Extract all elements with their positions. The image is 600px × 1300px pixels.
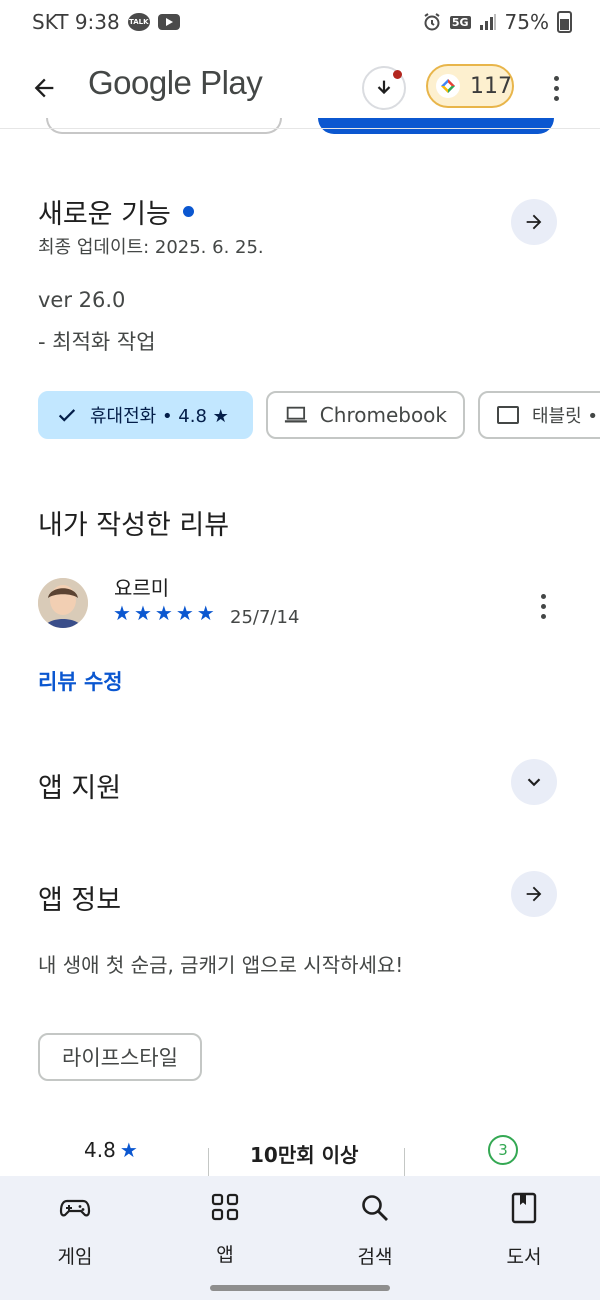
book-icon <box>511 1192 537 1224</box>
arrow-forward-icon <box>526 214 542 230</box>
bottom-nav: 게임 앱 검색 도서 <box>0 1176 600 1300</box>
whats-new-arrow-button[interactable] <box>511 199 557 245</box>
gamepad-icon <box>59 1199 91 1217</box>
carrier-time: SKT 9:38 <box>32 10 120 34</box>
category-chip[interactable]: 라이프스타일 <box>38 1033 202 1081</box>
play-points-icon <box>436 74 460 98</box>
review-stars: ★ ★ ★ ★ ★ <box>113 603 215 623</box>
play-points-value: 117 <box>470 73 512 99</box>
nav-label: 도서 <box>506 1246 542 1268</box>
battery-icon <box>557 11 572 33</box>
age-rating-badge: 3 <box>488 1135 518 1165</box>
device-chip-phone[interactable]: 휴대전화 • 4.8 ★ <box>38 391 253 439</box>
app-description: 내 생애 첫 순금, 금캐기 앱으로 시작하세요! <box>38 953 404 977</box>
tablet-icon <box>497 406 519 424</box>
new-indicator-dot <box>182 206 194 217</box>
rating-stat: 4.8 ★ <box>84 1138 138 1162</box>
notification-dot <box>393 70 402 79</box>
app-bar: Google Play 117 <box>0 44 600 128</box>
google-play-logo: Google Play <box>88 64 263 101</box>
signal-icon <box>479 14 496 30</box>
nav-item-books[interactable]: 도서 <box>474 1192 574 1269</box>
version-text: ver 26.0 <box>38 288 126 312</box>
app-info-heading: 앱 정보 <box>38 885 122 916</box>
device-chip-tablet[interactable]: 태블릿 • <box>478 391 600 439</box>
check-icon <box>58 409 76 422</box>
battery-percent: 75% <box>504 10 549 34</box>
partial-button-filled[interactable] <box>318 118 554 134</box>
status-bar: SKT 9:38 TALK 5G 75% <box>0 0 600 44</box>
review-date: 25/7/14 <box>230 607 300 628</box>
release-note: - 최적화 작업 <box>38 330 156 354</box>
nav-item-apps[interactable]: 앱 <box>175 1192 275 1267</box>
nav-label: 게임 <box>57 1246 93 1268</box>
avatar <box>38 578 88 628</box>
device-chip-chromebook[interactable]: Chromebook <box>266 391 465 439</box>
device-chip-label: Chromebook <box>319 403 447 427</box>
app-info-arrow-button[interactable] <box>511 871 557 917</box>
star-icon: ★ <box>133 601 152 625</box>
star-icon: ★ <box>196 601 215 625</box>
downloads-stat: 10만회 이상 <box>250 1143 359 1167</box>
device-chip-label: 태블릿 • <box>532 406 599 427</box>
app-support-heading: 앱 지원 <box>38 773 122 804</box>
edit-review-link[interactable]: 리뷰 수정 <box>38 666 123 696</box>
device-chip-label: 휴대전화 • 4.8 ★ <box>90 406 229 427</box>
alarm-icon <box>424 13 440 31</box>
partial-button-outline[interactable] <box>46 118 282 134</box>
download-icon <box>377 80 391 95</box>
youtube-icon <box>157 14 180 30</box>
network-type-icon: 5G <box>449 15 471 29</box>
arrow-back-icon <box>34 78 54 98</box>
last-updated: 최종 업데이트: 2025. 6. 25. <box>38 237 264 258</box>
star-icon: ★ <box>119 1138 138 1162</box>
chevron-down-icon <box>527 778 541 787</box>
rating-value: 4.8 <box>84 1138 116 1162</box>
nav-label: 앱 <box>216 1244 234 1266</box>
review-more-button[interactable] <box>527 586 559 626</box>
kakaotalk-icon: TALK <box>127 13 150 31</box>
app-support-expand-button[interactable] <box>511 759 557 805</box>
arrow-forward-icon <box>526 886 542 902</box>
star-icon: ★ <box>175 601 194 625</box>
back-button[interactable] <box>20 64 68 112</box>
more-options-button[interactable] <box>540 68 572 108</box>
whats-new-title: 새로운 기능 <box>38 199 171 230</box>
downloads-button[interactable] <box>362 66 406 110</box>
whats-new-heading: 새로운 기능 <box>38 192 194 231</box>
nav-item-games[interactable]: 게임 <box>25 1192 125 1269</box>
nav-item-search[interactable]: 검색 <box>325 1192 425 1269</box>
laptop-icon <box>284 406 307 423</box>
my-review-heading: 내가 작성한 리뷰 <box>38 510 230 541</box>
star-icon: ★ <box>154 601 173 625</box>
play-points-button[interactable]: 117 <box>426 64 514 108</box>
search-icon <box>362 1195 388 1221</box>
star-icon: ★ <box>113 601 131 625</box>
nav-label: 검색 <box>357 1246 393 1268</box>
divider <box>0 128 600 129</box>
reviewer-name: 요르미 <box>114 576 170 600</box>
gesture-bar[interactable] <box>210 1285 390 1291</box>
apps-grid-icon <box>211 1193 239 1221</box>
